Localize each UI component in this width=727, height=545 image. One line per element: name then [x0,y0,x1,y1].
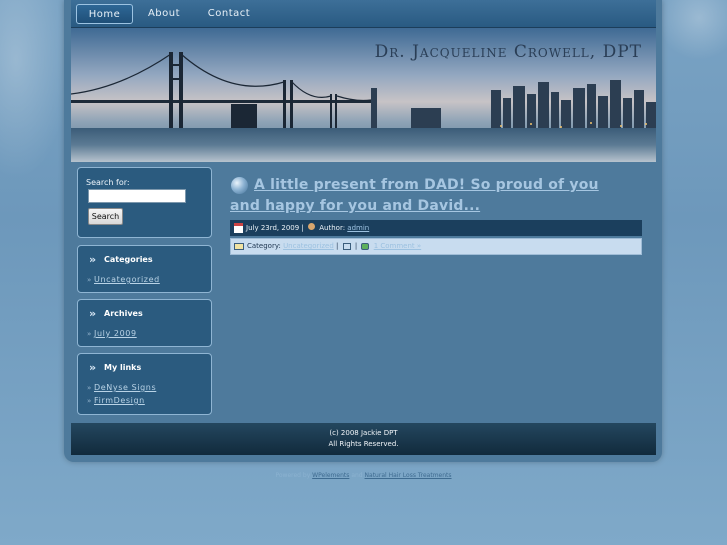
top-navigation: Home About Contact [71,0,656,28]
calendar-icon [234,223,243,233]
post-category-link[interactable]: Uncategorized [283,242,334,250]
comment-icon [361,242,370,250]
bullet-arrow-icon: » [87,384,92,392]
chevron-icon: » [89,307,96,320]
category-label: Category: [247,242,281,250]
background-floral-right [657,0,727,60]
mylinks-title: My links [104,363,142,372]
chevron-icon: » [89,253,96,266]
categories-title: Categories [104,255,153,264]
archives-widget: » Archives » July 2009 [77,299,212,347]
credits-link-wpelements[interactable]: WPelements [312,472,349,479]
post-title-link[interactable]: A little present from DAD! So proud of y… [230,175,630,217]
author-label: Author: [319,224,346,232]
bullet-arrow-icon: » [87,276,92,284]
mylinks-widget: » My links » DeNyse Signs » FirmDesign [77,353,212,415]
chevron-icon: » [89,361,96,374]
site-title[interactable]: Dr. Jacqueline Crowell, DPT [375,42,642,62]
search-widget: Search for: Search [77,167,212,238]
bullet-arrow-icon: » [87,330,92,338]
footer: (c) 2008 Jackie DPT All Rights Reserved. [71,423,656,455]
search-button[interactable]: Search [88,208,123,225]
bullet-arrow-icon: » [87,397,92,405]
tag-icon [342,242,351,250]
water-reflection [71,128,656,162]
search-input[interactable] [88,189,186,203]
nav-home[interactable]: Home [76,4,133,24]
post-meta-bar: July 23rd, 2009 | Author: admin [230,220,642,236]
footer-copyright: (c) 2008 Jackie DPT [329,429,398,437]
mylink-denyse-signs[interactable]: DeNyse Signs [94,383,156,392]
header-banner: Dr. Jacqueline Crowell, DPT [71,28,656,162]
credits-link-hair-loss[interactable]: Natural Hair Loss Treatments [365,472,452,479]
archives-title: Archives [104,309,143,318]
nav-contact[interactable]: Contact [199,4,259,24]
archive-link-july-2009[interactable]: July 2009 [94,329,137,338]
post-date: July 23rd, 2009 [246,224,300,232]
category-link-uncategorized[interactable]: Uncategorized [94,275,160,284]
footer-rights: All Rights Reserved. [328,440,399,448]
credits-middle: and [351,472,363,479]
search-label: Search for: [86,178,130,187]
mylink-firmdesign[interactable]: FirmDesign [94,396,145,405]
author-icon [308,223,316,230]
author-link[interactable]: admin [347,224,369,232]
folder-icon [234,243,244,250]
categories-widget: » Categories » Uncategorized [77,245,212,293]
post-category-bar: Category: Uncategorized | | 1 Comment » [230,238,642,255]
comments-link[interactable]: 1 Comment » [374,242,421,250]
credits-prefix: Powered by [275,472,311,479]
credits-line: Powered by WPelements and Natural Hair L… [0,472,727,479]
nav-about[interactable]: About [139,4,189,24]
